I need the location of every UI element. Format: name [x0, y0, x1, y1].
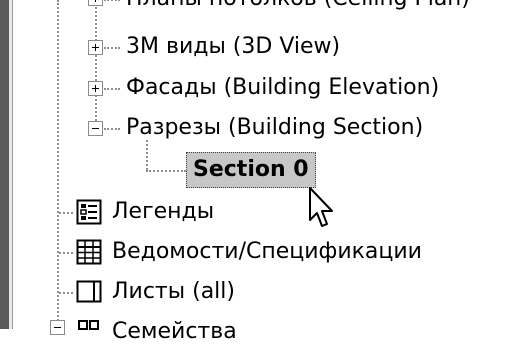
tree-connector	[59, 252, 73, 254]
collapse-icon[interactable]	[88, 121, 103, 136]
expand-icon[interactable]	[88, 81, 103, 96]
tree-item-label: Листы (all)	[112, 279, 235, 304]
mouse-pointer-icon	[309, 187, 333, 227]
tree-item-label: Семейства	[112, 319, 237, 344]
tree-item-label: Фасады (Building Elevation)	[126, 75, 440, 100]
tree-connector	[104, 47, 120, 49]
tree-guide-line	[57, 0, 59, 329]
tree-item-label: Легенды	[112, 199, 215, 224]
tree-item-label-selected: Section 0	[186, 152, 316, 188]
sheet-icon	[76, 280, 102, 303]
legend-icon	[76, 199, 102, 225]
tree-item-label: 3М виды (3D View)	[126, 34, 341, 59]
tree-guide-line	[95, 0, 97, 136]
expand-icon[interactable]	[88, 0, 103, 6]
collapse-icon[interactable]	[50, 320, 65, 335]
family-icon	[78, 320, 99, 330]
tree-connector	[59, 212, 73, 214]
tree-item-label: Ведомости/Спецификации	[112, 239, 422, 264]
tree-connector	[146, 170, 186, 172]
tree-connector	[104, 88, 120, 90]
tree-connector	[59, 292, 73, 294]
tree-connector	[104, 0, 120, 1]
project-browser-tree: Планы потолков (Ceiling Plan) 3М виды (3…	[0, 0, 528, 344]
tree-connector	[104, 128, 120, 130]
tree-item-label: Планы потолков (Ceiling Plan)	[126, 0, 470, 13]
tree-guide-line	[146, 140, 148, 170]
tree-item-label: Разрезы (Building Section)	[126, 115, 424, 140]
expand-icon[interactable]	[88, 40, 103, 55]
schedule-icon	[76, 239, 102, 265]
